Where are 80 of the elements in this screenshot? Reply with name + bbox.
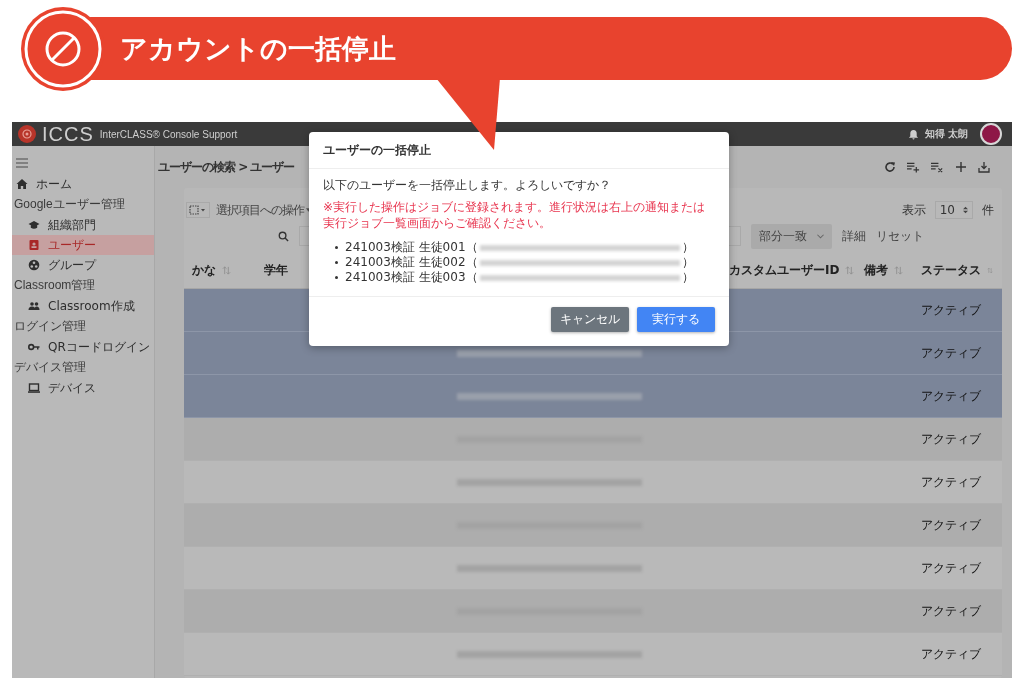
cancel-button[interactable]: キャンセル — [551, 307, 629, 333]
spinner-arrows-icon — [963, 206, 968, 214]
bullet-icon — [335, 261, 338, 265]
reset-link[interactable]: リセット — [876, 227, 924, 245]
select-all-icon — [189, 205, 207, 215]
status-cell-text: アクティブ — [920, 516, 982, 534]
status-cell-text: アクティブ — [920, 559, 982, 577]
product-name: InterCLASS® Console Support — [99, 128, 238, 140]
table-row[interactable]: アクティブ — [184, 418, 1002, 461]
page-size-label: 表示 — [901, 201, 926, 219]
laptop-icon — [28, 382, 40, 394]
sidebar-item[interactable]: グループ — [12, 255, 154, 275]
section-heading: Classroom管理 — [14, 277, 97, 294]
status-cell-text: アクティブ — [920, 430, 982, 448]
table-row[interactable]: アクティブ — [184, 504, 1002, 547]
section-heading: ログイン管理 — [14, 318, 87, 335]
sidebar-item[interactable]: Classroom作成 — [12, 296, 154, 316]
column-header[interactable]: かな — [192, 261, 216, 279]
callout-title: アカウントの一括停止 — [120, 31, 396, 66]
page-size-unit: 件 — [982, 201, 994, 219]
section-heading: Googleユーザー管理 — [14, 196, 126, 213]
dialog-title: ユーザーの一括停止 — [323, 141, 431, 159]
warning-text: ※実行した操作はジョブに登録されます。進行状況は右上の通知または実行ジョブ一覧画面からご確認ください。 — [323, 200, 707, 232]
sidebar-item[interactable]: 組織部門 — [12, 215, 154, 235]
sidebar-item-label: QRコードログイン — [48, 338, 150, 356]
closing-paren: ） — [681, 269, 694, 287]
sidebar-item[interactable]: ホーム — [12, 174, 154, 194]
bulk-action-dropdown[interactable]: 選択項目への操作 — [213, 199, 311, 221]
add-to-list-icon[interactable] — [907, 161, 920, 173]
search-icon[interactable] — [278, 230, 289, 242]
status-cell-text: アクティブ — [920, 387, 982, 405]
home-icon — [16, 178, 28, 190]
bullet-icon — [335, 276, 338, 280]
sidebar-item-label: デバイス — [48, 379, 96, 397]
sidebar-item-label: ホーム — [36, 175, 72, 193]
plus-icon[interactable] — [955, 161, 967, 173]
match-mode-select[interactable]: 部分一致 — [751, 223, 832, 249]
key-icon — [28, 341, 40, 353]
section-heading: デバイス管理 — [14, 359, 87, 376]
status-cell-text: アクティブ — [920, 645, 982, 663]
bell-icon[interactable] — [907, 128, 919, 140]
sidebar-item-label: ユーザー — [48, 236, 96, 254]
table-row[interactable]: アクティブ — [184, 375, 1002, 418]
status-cell-text: アクティブ — [920, 344, 982, 362]
sidebar-item-label: 組織部門 — [48, 216, 96, 234]
user-name[interactable]: 知得 太朗 — [924, 127, 968, 141]
user-entry: 241003検証 生徒003（ — [345, 269, 478, 287]
user-entry: 241003検証 生徒002（ — [345, 254, 478, 271]
user-entry: 241003検証 生徒001（ — [345, 239, 478, 256]
download-icon[interactable] — [978, 161, 990, 173]
sidebar-item-label: グループ — [48, 256, 96, 274]
column-header[interactable]: 備考 — [864, 261, 888, 279]
id-badge-icon — [28, 239, 40, 251]
status-cell-text: アクティブ — [920, 301, 982, 319]
status-cell-text: アクティブ — [920, 473, 982, 491]
bullet-icon — [335, 246, 338, 250]
logo-icon — [18, 125, 36, 143]
table-row[interactable]: アクティブ — [184, 590, 1002, 633]
remove-from-list-icon[interactable] — [931, 161, 944, 173]
closing-paren: ） — [681, 239, 694, 257]
graduation-cap-icon — [28, 219, 40, 231]
confirm-button[interactable]: 実行する — [637, 307, 715, 333]
logo-text: ICCS — [42, 122, 94, 146]
user-avatar[interactable] — [980, 123, 1002, 145]
chevron-down-icon — [817, 233, 824, 239]
closing-paren: ） — [681, 254, 694, 272]
dialog-message: 以下のユーザーを一括停止します。よろしいですか？ — [323, 177, 612, 194]
page-size-select[interactable]: 10 — [934, 201, 973, 219]
people-icon — [28, 300, 40, 312]
column-header[interactable]: ステータス — [921, 261, 981, 279]
column-header[interactable]: 学年 — [264, 261, 288, 279]
details-link[interactable]: 詳細 — [842, 227, 866, 245]
group-icon — [28, 259, 40, 271]
breadcrumb: ユーザーの検索 > ユーザー — [158, 158, 295, 176]
sidebar-item[interactable]: デバイス — [12, 378, 154, 398]
sidebar-item-label: Classroom作成 — [48, 297, 135, 315]
column-header[interactable]: カスタムユーザーID — [729, 261, 840, 279]
status-cell-text: アクティブ — [920, 602, 982, 620]
sidebar-item[interactable]: QRコードログイン — [12, 337, 154, 357]
refresh-icon[interactable] — [884, 161, 896, 173]
